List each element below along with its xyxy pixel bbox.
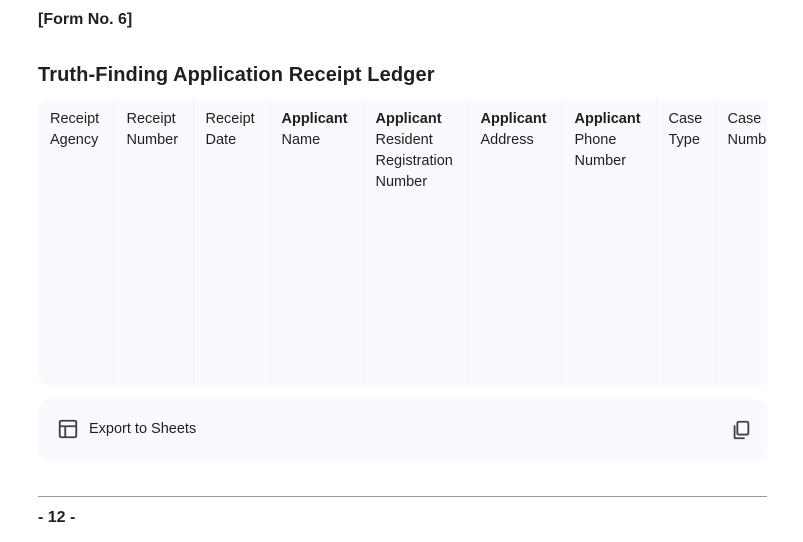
header-text: Case Type bbox=[668, 111, 703, 148]
table-icon bbox=[58, 419, 78, 439]
column-header-receipt-agency: Receipt Agency bbox=[38, 100, 115, 385]
ledger-table: Receipt Agency Receipt Number Receipt Da… bbox=[38, 100, 767, 385]
header-bold: Applicant bbox=[375, 111, 442, 127]
footer-divider bbox=[38, 496, 767, 497]
column-header-receipt-date: Receipt Date bbox=[193, 100, 270, 385]
column-header-case-number: Case Number bbox=[715, 100, 767, 385]
page-number: - 12 - bbox=[38, 509, 76, 526]
copy-table-button[interactable] bbox=[730, 419, 752, 441]
header-text: Case Number bbox=[727, 111, 768, 148]
header-text: Receipt Date bbox=[205, 111, 255, 148]
header-text: Receipt Number bbox=[126, 111, 179, 148]
header-text: Resident Registration Number bbox=[375, 132, 453, 190]
header-text: Address bbox=[480, 132, 534, 148]
column-header-applicant-rrn: Applicant Resident Registration Number bbox=[363, 100, 469, 385]
ledger-table-container[interactable]: Receipt Agency Receipt Number Receipt Da… bbox=[38, 100, 767, 385]
form-number: [Form No. 6] bbox=[38, 11, 133, 28]
header-text: Phone Number bbox=[574, 132, 627, 169]
header-bold: Applicant bbox=[281, 111, 348, 127]
column-header-receipt-number: Receipt Number bbox=[114, 100, 194, 385]
export-label: Export to Sheets bbox=[89, 421, 197, 437]
copy-icon bbox=[733, 420, 750, 440]
page-title: Truth-Finding Application Receipt Ledger bbox=[38, 64, 435, 86]
table-export-bar: Export to Sheets bbox=[38, 399, 767, 461]
column-header-case-type: Case Type bbox=[656, 100, 716, 385]
export-to-sheets-button[interactable]: Export to Sheets bbox=[57, 418, 196, 440]
header-bold: Applicant bbox=[480, 111, 547, 127]
header-bold: Applicant bbox=[574, 111, 641, 127]
column-header-applicant-address: Applicant Address bbox=[468, 100, 563, 385]
column-header-applicant-name: Applicant Name bbox=[269, 100, 364, 385]
header-text: Receipt Agency bbox=[50, 111, 100, 148]
column-header-applicant-phone: Applicant Phone Number bbox=[562, 100, 657, 385]
header-text: Name bbox=[281, 132, 321, 148]
